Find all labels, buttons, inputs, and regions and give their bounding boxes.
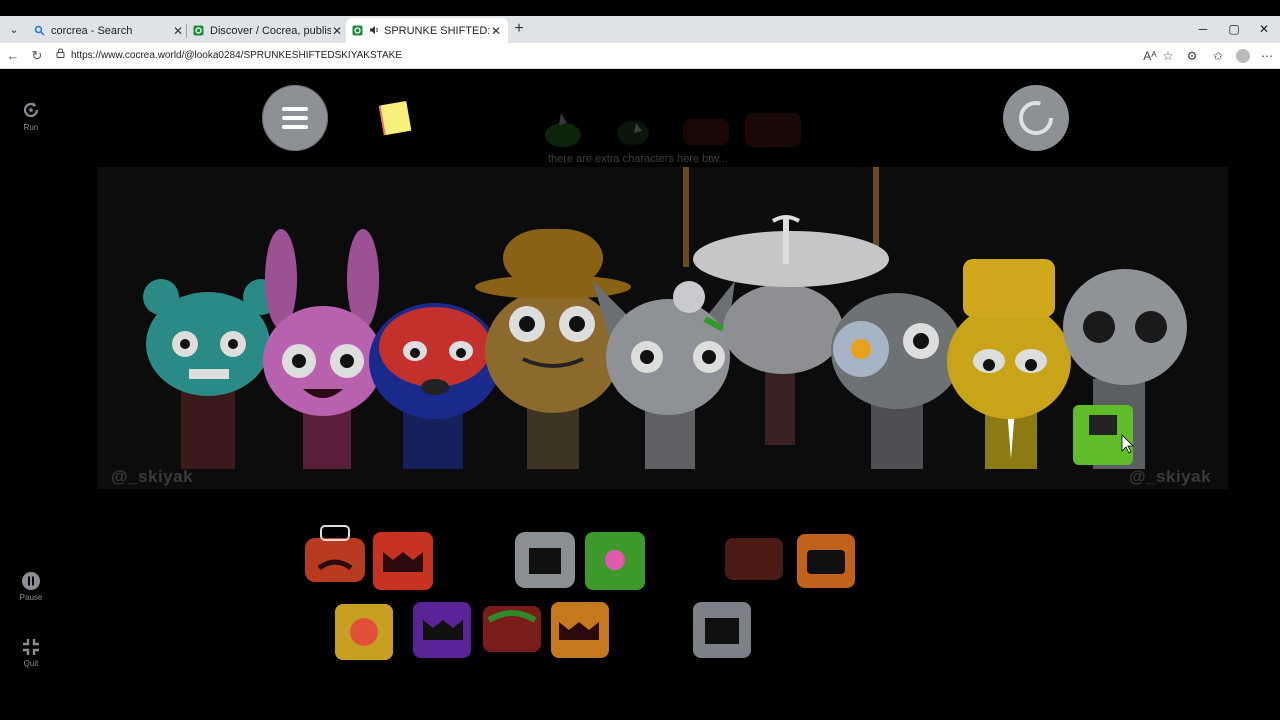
- sound-gray-teeth-icon[interactable]: [693, 602, 751, 658]
- close-window-button[interactable]: ✕: [1249, 18, 1279, 40]
- tab-title: corcrea - Search: [51, 24, 133, 37]
- game-stage[interactable]: Run Pause Quit there are extra character…: [3, 69, 1277, 700]
- sound-red-green-icon[interactable]: [483, 606, 541, 652]
- tab-title: Discover / Cocrea, publish a Scratch: [210, 24, 331, 37]
- lock-icon: [56, 43, 65, 68]
- sound-icon-palette: [305, 525, 855, 660]
- profile-avatar[interactable]: [1236, 49, 1250, 63]
- sound-green-flower-icon[interactable]: [585, 532, 645, 590]
- bottom-frame: [0, 700, 1280, 720]
- browser-tab-bar: ⌄ corcrea - Search ✕ Discover / Cocrea, …: [0, 16, 1280, 43]
- sound-orange-teeth-icon[interactable]: [551, 602, 609, 658]
- sound-orange-mouth-icon[interactable]: [797, 534, 855, 588]
- refresh-icon[interactable]: ↻: [26, 45, 48, 67]
- sound-hat-icon[interactable]: [305, 525, 365, 582]
- more-options-icon[interactable]: ⋯: [1257, 45, 1277, 67]
- new-tab-button[interactable]: +: [510, 20, 528, 38]
- read-aloud-icon[interactable]: Aᴬ: [1140, 45, 1160, 67]
- sound-red-teeth-icon[interactable]: [373, 532, 433, 590]
- tab-discover[interactable]: Discover / Cocrea, publish a Scratch ✕: [187, 18, 349, 43]
- favorite-star-icon[interactable]: ☆: [1158, 45, 1178, 67]
- url-text: https://www.cocrea.world/@looka0284/SPRU…: [71, 50, 403, 61]
- tab-search[interactable]: corcrea - Search ✕: [28, 18, 190, 43]
- maximize-button[interactable]: ▢: [1219, 18, 1249, 40]
- close-tab-icon[interactable]: ✕: [490, 24, 502, 38]
- search-icon: [34, 25, 45, 36]
- sound-purple-icon[interactable]: [413, 602, 471, 658]
- minimize-button[interactable]: ─: [1188, 18, 1218, 40]
- extensions-icon[interactable]: ⚙: [1182, 45, 1202, 67]
- cocrea-icon: [352, 25, 363, 36]
- sound-dark-red-icon[interactable]: [725, 538, 783, 580]
- cocrea-icon: [193, 25, 204, 36]
- signature-left: @_skiyak: [111, 467, 194, 486]
- address-bar-row: ← ↻ https://www.cocrea.world/@looka0284/…: [0, 43, 1280, 69]
- sound-gray-mouth-icon[interactable]: [515, 532, 575, 588]
- close-tab-icon[interactable]: ✕: [172, 24, 184, 38]
- tab-title: SPRUNKE SHIFTED: SKIYAKS T: [384, 24, 490, 37]
- back-icon[interactable]: ←: [2, 45, 24, 67]
- tab-list-dropdown-icon[interactable]: ⌄: [4, 20, 24, 40]
- favorites-icon[interactable]: ✩: [1208, 45, 1228, 67]
- top-frame: [0, 0, 1280, 16]
- signature-right: @_skiyak: [1129, 467, 1212, 486]
- sound-yellow-sun-icon[interactable]: [335, 604, 393, 660]
- speaker-icon[interactable]: [369, 25, 380, 37]
- close-tab-icon[interactable]: ✕: [331, 24, 343, 38]
- tab-sprunke-active[interactable]: SPRUNKE SHIFTED: SKIYAKS T ✕: [346, 18, 508, 43]
- url-field[interactable]: https://www.cocrea.world/@looka0284/SPRU…: [56, 43, 402, 68]
